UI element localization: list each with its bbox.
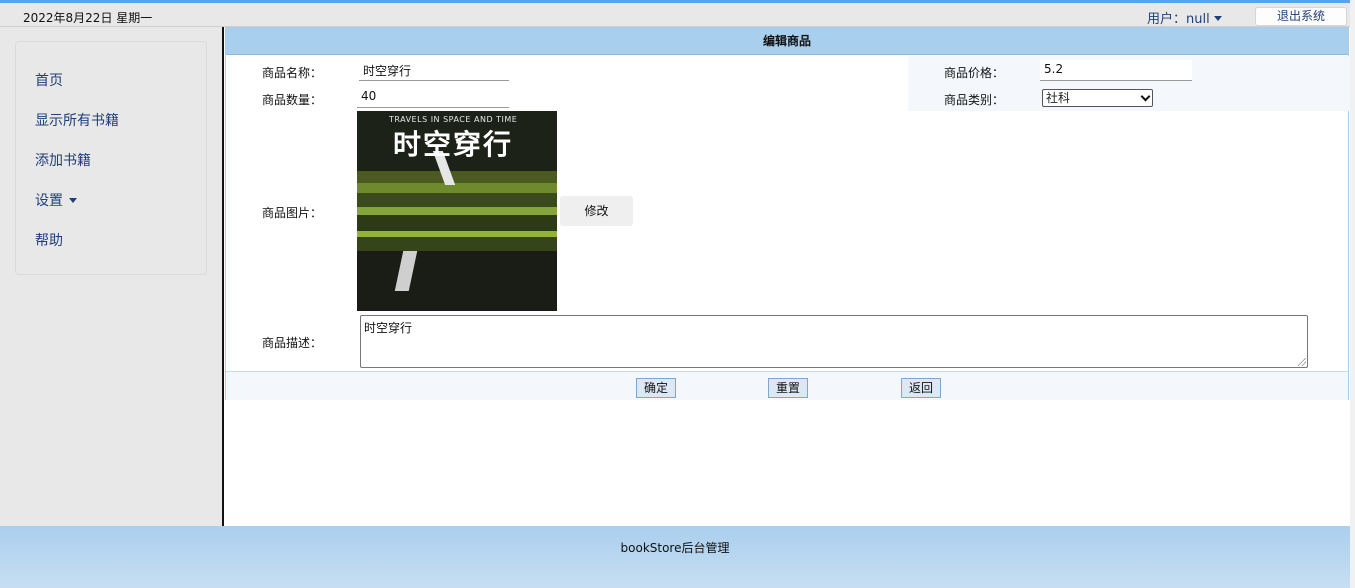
- category-label: 商品类别：: [944, 93, 1005, 107]
- form-title: 编辑商品: [226, 28, 1348, 55]
- cover-title: 时空穿行: [393, 128, 514, 161]
- sidebar-item-home[interactable]: 首页: [35, 70, 63, 90]
- logout-button[interactable]: 退出系统: [1255, 7, 1347, 26]
- sidebar-item-all-books[interactable]: 显示所有书籍: [35, 110, 119, 130]
- product-price-field[interactable]: 5.2: [1040, 60, 1192, 81]
- product-cover-image: TRAVELS IN SPACE AND TIME 时空穿行: [357, 111, 557, 311]
- back-button[interactable]: 返回: [901, 378, 941, 398]
- product-description-field[interactable]: 时空穿行: [360, 315, 1308, 368]
- name-label: 商品名称：: [262, 66, 323, 80]
- sidebar-item-settings[interactable]: 设置: [35, 190, 77, 210]
- product-name-field[interactable]: 时空穿行: [359, 60, 509, 81]
- description-label: 商品描述：: [262, 336, 323, 350]
- user-label: 用户：null: [1147, 12, 1210, 27]
- scrollbar[interactable]: [1350, 0, 1355, 588]
- chevron-down-icon: [69, 198, 77, 203]
- footer: bookStore后台管理: [0, 526, 1350, 588]
- current-date: 2022年8月22日 星期一: [23, 11, 153, 25]
- resize-handle-icon[interactable]: [1298, 358, 1306, 366]
- top-bar: 2022年8月22日 星期一 用户：null 退出系统: [0, 0, 1350, 27]
- description-text: 时空穿行: [364, 321, 413, 335]
- category-select[interactable]: 社科: [1042, 89, 1153, 107]
- category-selected-value: 社科: [1046, 91, 1071, 105]
- sidebar: 首页 显示所有书籍 添加书籍 设置 帮助: [0, 27, 224, 526]
- product-quantity-field[interactable]: 40: [357, 87, 509, 108]
- sidebar-item-help[interactable]: 帮助: [35, 230, 63, 250]
- footer-text: bookStore后台管理: [620, 541, 730, 555]
- main-content: 编辑商品 商品名称： 时空穿行 商品数量： 40 商品价格： 5.2 商品类别：…: [225, 27, 1350, 526]
- chevron-down-icon: [1140, 91, 1151, 102]
- quantity-label: 商品数量：: [262, 93, 323, 107]
- reset-button[interactable]: 重置: [768, 378, 808, 398]
- sidebar-item-add-book[interactable]: 添加书籍: [35, 150, 91, 170]
- edit-product-form: 编辑商品 商品名称： 时空穿行 商品数量： 40 商品价格： 5.2 商品类别：…: [225, 27, 1350, 400]
- sidebar-item-label: 设置: [35, 193, 63, 209]
- image-label: 商品图片：: [262, 206, 323, 220]
- price-label: 商品价格：: [944, 66, 1005, 80]
- user-menu[interactable]: 用户：null: [1147, 8, 1222, 27]
- chevron-down-icon: [1213, 16, 1222, 21]
- confirm-button[interactable]: 确定: [636, 378, 676, 398]
- modify-image-button[interactable]: 修改: [560, 196, 633, 226]
- action-bar: 确定 重置 返回: [226, 371, 1348, 400]
